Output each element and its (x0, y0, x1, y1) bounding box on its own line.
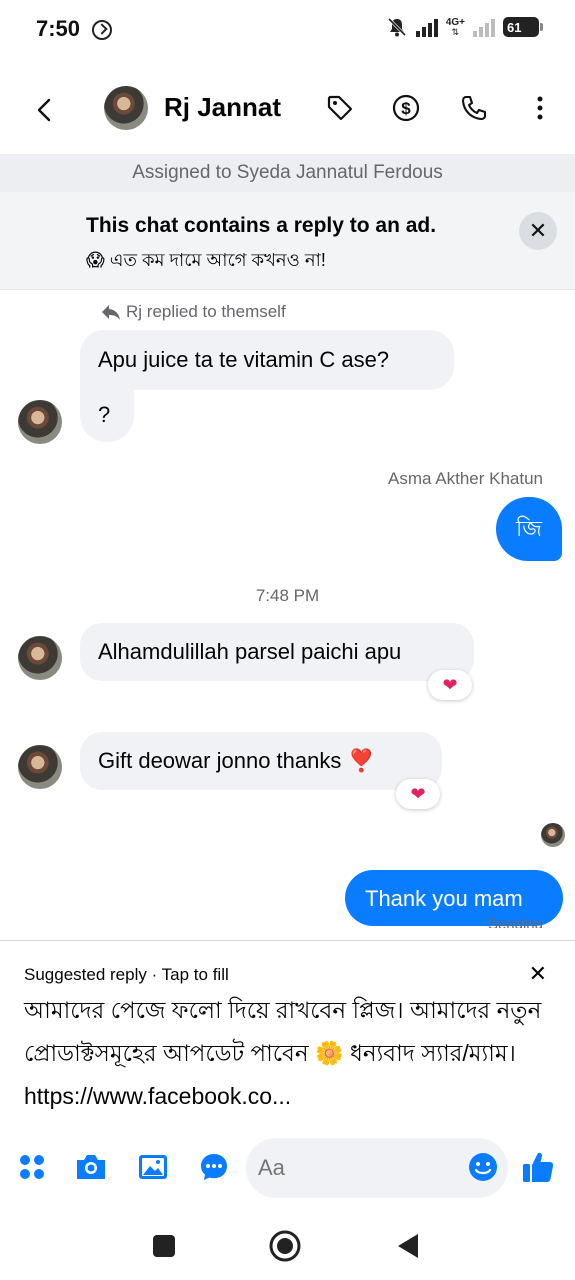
dollar-icon: $ (392, 94, 420, 122)
ad-banner-subtitle: 😱 এত কম দামে আগে কখনও না! (86, 250, 326, 270)
status-time: 7:50 (36, 16, 81, 41)
tag-icon (327, 95, 353, 121)
time-separator: 7:48 PM (255, 586, 320, 605)
home-button[interactable] (269, 1230, 301, 1262)
mute-icon (386, 16, 408, 38)
triangle-back-icon (398, 1234, 418, 1258)
svg-text:$: $ (401, 99, 411, 118)
ad-banner-title: This chat contains a reply to an ad. (86, 214, 437, 237)
emoji-icon (469, 1153, 497, 1181)
recents-button[interactable] (148, 1230, 180, 1262)
heart-icon: ❤ (442, 674, 458, 695)
signal-icon (415, 17, 438, 37)
sender-avatar[interactable] (18, 745, 62, 789)
signal-icon-2 (473, 17, 495, 37)
emoji-button[interactable] (465, 1149, 501, 1185)
label-button[interactable] (322, 90, 358, 126)
data-saver-icon (92, 20, 112, 40)
list-clip (0, 926, 575, 940)
thumbs-up-icon (523, 1152, 554, 1182)
sender-avatar[interactable] (18, 400, 62, 444)
more-actions-button[interactable] (14, 1149, 50, 1185)
incoming-message-2[interactable]: Alhamdulillah parsel paichi apu (80, 623, 474, 681)
contact-name[interactable]: Rj Jannat (164, 92, 281, 123)
seen-avatar (541, 823, 565, 847)
sender-name: Asma Akther Khatun (388, 469, 543, 488)
status-bar: 7:50 4G+ ⇅ 61 (0, 0, 575, 62)
image-icon (139, 1155, 167, 1179)
more-icon (537, 96, 543, 120)
phone-icon (461, 95, 487, 121)
call-button[interactable] (456, 90, 492, 126)
message-text: Thank you mam (365, 886, 523, 911)
incoming-message-3[interactable]: Gift deowar jonno thanks ❣️ (80, 732, 442, 790)
suggested-reply-text[interactable]: আমাদের পেজে ফলো দিয়ে রাখবেন প্লিজ। আমাদ… (24, 989, 559, 1118)
sender-avatar[interactable] (18, 636, 62, 680)
camera-icon (77, 1155, 105, 1179)
square-icon (153, 1235, 175, 1257)
dismiss-suggestion-button[interactable]: ✕ (529, 961, 547, 987)
message-composer (0, 1130, 575, 1206)
assigned-bar: Assigned to Syeda Jannatul Ferdous (0, 154, 575, 192)
reply-note: Rj replied to themself (100, 302, 286, 322)
saved-replies-button[interactable] (196, 1149, 232, 1185)
incoming-message-1[interactable]: Apu juice ta te vitamin C ase? (80, 330, 454, 390)
incoming-message-1-continued[interactable]: ? (80, 380, 134, 442)
like-button[interactable] (520, 1149, 556, 1185)
outgoing-message-1[interactable]: জি (496, 497, 562, 561)
contact-avatar[interactable] (104, 86, 148, 130)
heart-reaction[interactable]: ❤ (396, 779, 440, 809)
message-text: Apu juice ta te vitamin C ase? (98, 347, 390, 372)
message-text: জি (516, 516, 542, 541)
apps-icon (20, 1155, 44, 1179)
back-button[interactable] (26, 92, 62, 128)
heart-icon: ❤ (410, 783, 426, 804)
close-banner-button[interactable]: ✕ (519, 212, 557, 250)
heart-reaction[interactable]: ❤ (428, 670, 472, 700)
camera-button[interactable] (73, 1149, 109, 1185)
more-options-button[interactable] (522, 90, 558, 126)
conversation-header: Rj Jannat $ (0, 74, 575, 144)
network-type: 4G+ ⇅ (445, 16, 465, 37)
message-text: Gift deowar jonno thanks ❣️ (98, 748, 375, 773)
home-circle-icon (269, 1230, 301, 1262)
battery-level: 61 (507, 19, 522, 35)
reply-icon (102, 305, 120, 320)
suggested-reply-panel[interactable]: Suggested reply · Tap to fill ✕ আমাদের প… (0, 940, 575, 1120)
chat-bubble-icon (201, 1154, 227, 1180)
back-icon (37, 98, 51, 122)
message-text: ? (98, 402, 111, 427)
gallery-button[interactable] (135, 1149, 171, 1185)
close-icon: ✕ (528, 218, 548, 243)
sending-status: Sending (487, 916, 543, 928)
ad-reply-banner: This chat contains a reply to an ad. 😱 এ… (0, 192, 575, 290)
suggested-reply-header: Suggested reply · Tap to fill (24, 965, 229, 984)
system-back-button[interactable] (392, 1230, 424, 1262)
reply-note-text: Rj replied to themself (126, 302, 286, 321)
system-nav-bar (0, 1212, 575, 1280)
close-icon: ✕ (528, 961, 547, 986)
status-indicators: 4G+ ⇅ 61 (386, 16, 543, 38)
battery-icon: 61 (503, 17, 543, 37)
payment-button[interactable]: $ (388, 90, 424, 126)
message-text: Alhamdulillah parsel paichi apu (98, 639, 402, 664)
